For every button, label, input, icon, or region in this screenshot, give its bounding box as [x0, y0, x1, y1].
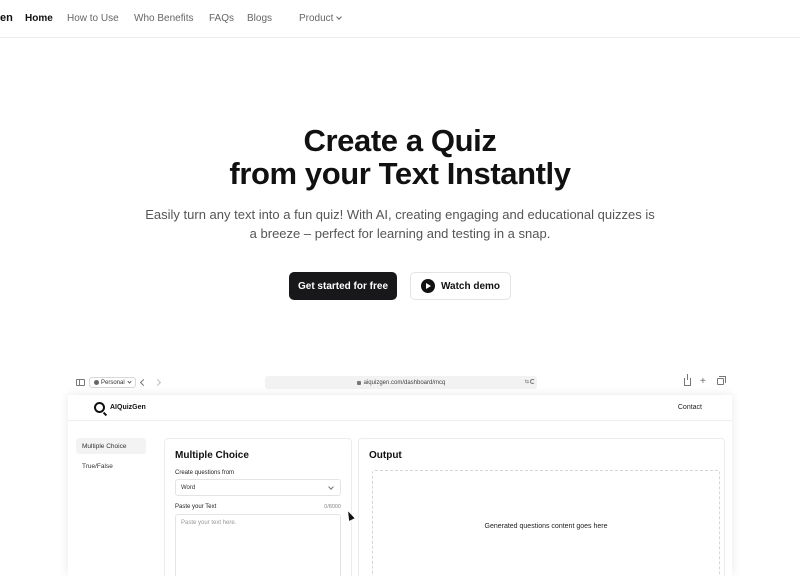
watch-demo-label: Watch demo — [440, 280, 501, 292]
contact-link[interactable]: Contact — [678, 404, 702, 411]
profile-switcher[interactable]: Personal — [89, 377, 136, 388]
hero-subtitle-line2: a breeze – perfect for learning and test… — [249, 226, 551, 241]
nav-how-to-use[interactable]: How to Use — [67, 13, 119, 24]
reload-icon[interactable] — [530, 379, 535, 384]
hero-title-line1: Create a Quiz — [303, 123, 497, 158]
sidebar-item-true-false[interactable]: True/False — [76, 458, 146, 474]
output-panel: Output Generated questions content goes … — [358, 438, 725, 576]
sidebar-item-multiple-choice[interactable]: Multiple Choice — [76, 438, 146, 454]
share-icon[interactable] — [684, 374, 691, 386]
quiz-logo-icon[interactable] — [94, 402, 105, 413]
form-title: Multiple Choice — [175, 450, 249, 461]
hero-title-line2: from your Text Instantly — [229, 156, 571, 191]
nav-product-label: Product — [299, 13, 334, 24]
quiz-form-panel: Multiple Choice Create questions from Wo… — [164, 438, 352, 576]
watch-demo-button[interactable]: Watch demo — [410, 272, 511, 300]
browser-toolbar: Personal aiquizgen.com/dashboard/mcq ⇆ + — [68, 372, 732, 394]
play-icon — [420, 279, 435, 293]
chevron-down-icon — [328, 484, 334, 490]
lock-icon — [356, 380, 361, 385]
forward-arrow-icon[interactable] — [153, 378, 162, 387]
paste-text-label: Paste your Text — [175, 504, 217, 510]
nav-blogs[interactable]: Blogs — [247, 13, 272, 24]
get-started-button[interactable]: Get started for free — [289, 272, 397, 300]
address-bar[interactable]: aiquizgen.com/dashboard/mcq ⇆ — [265, 376, 537, 389]
textarea-placeholder: Paste your text here. — [181, 520, 237, 526]
char-count: 0/8000 — [324, 504, 341, 510]
output-placeholder: Generated questions content goes here — [484, 523, 608, 530]
hero-subtitle-line1: Easily turn any text into a fun quiz! Wi… — [145, 207, 655, 222]
nav-home[interactable]: Home — [25, 13, 53, 24]
create-from-select[interactable]: Word — [175, 479, 341, 496]
nav-product-dropdown[interactable]: Product — [299, 13, 343, 24]
tab-overview-icon[interactable] — [717, 376, 726, 385]
nav-who-benefits[interactable]: Who Benefits — [134, 13, 193, 24]
sidebar-toggle-icon[interactable] — [76, 379, 85, 386]
output-title: Output — [369, 450, 402, 461]
url-text: aiquizgen.com/dashboard/mcq — [363, 379, 446, 386]
text-input-area[interactable]: Paste your text here. — [175, 514, 341, 576]
back-arrow-icon[interactable] — [139, 378, 148, 387]
brand-logo-text[interactable]: en — [0, 12, 13, 24]
output-dropzone: Generated questions content goes here — [372, 470, 720, 576]
app-header: AIQuizGen Contact — [68, 395, 732, 421]
app-brand[interactable]: AIQuizGen — [110, 404, 146, 411]
chevron-down-icon — [127, 379, 132, 384]
profile-label: Personal — [101, 379, 125, 386]
top-nav: en Home How to Use Who Benefits FAQs Blo… — [0, 0, 800, 38]
create-from-label: Create questions from — [175, 470, 235, 476]
create-from-value: Word — [181, 484, 196, 491]
person-icon — [94, 380, 99, 385]
app-preview: AIQuizGen Contact Multiple Choice True/F… — [68, 395, 732, 576]
translate-icon[interactable]: ⇆ — [525, 379, 529, 385]
chevron-down-icon — [336, 14, 343, 20]
new-tab-icon[interactable]: + — [700, 377, 706, 387]
nav-faqs[interactable]: FAQs — [209, 13, 234, 24]
